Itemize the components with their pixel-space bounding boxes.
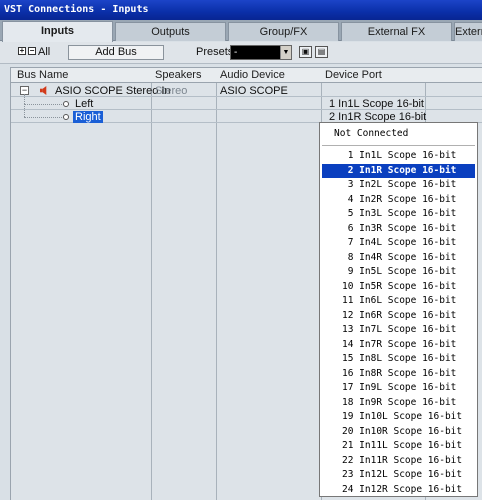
- collapse-all-icon[interactable]: −: [28, 47, 36, 55]
- menu-item-port[interactable]: 5 In3L Scope 16-bit: [322, 207, 475, 221]
- tab-group-fx[interactable]: Group/FX: [228, 22, 339, 41]
- presets-value: -: [234, 47, 238, 58]
- menu-item-port[interactable]: 18 In9R Scope 16-bit: [322, 396, 475, 410]
- menu-item-port[interactable]: 24 In12R Scope 16-bit: [322, 483, 475, 497]
- device-port-dropdown: Not Connected 1 In1L Scope 16-bit 2 In1R…: [319, 122, 478, 497]
- menu-item-port[interactable]: 16 In8R Scope 16-bit: [322, 367, 475, 381]
- presets-select[interactable]: - ▼: [230, 45, 292, 60]
- bus-name[interactable]: ASIO SCOPE Stereo In: [55, 85, 171, 97]
- menu-item-port[interactable]: 17 In9L Scope 16-bit: [322, 381, 475, 395]
- all-label: All: [38, 46, 51, 58]
- chevron-down-icon[interactable]: ▼: [280, 46, 291, 59]
- menu-item-port[interactable]: 7 In4L Scope 16-bit: [322, 236, 475, 250]
- channel-name-right[interactable]: Right: [73, 111, 103, 123]
- menu-item-port[interactable]: 8 In4R Scope 16-bit: [322, 251, 475, 265]
- save-preset-icon[interactable]: ▣: [299, 46, 312, 58]
- speaker-icon: [40, 86, 47, 95]
- tab-bar: Inputs Outputs Group/FX External FX Exte…: [0, 20, 482, 42]
- add-bus-button[interactable]: Add Bus: [68, 45, 164, 60]
- menu-item-port[interactable]: 13 In7L Scope 16-bit: [322, 323, 475, 337]
- menu-item-port[interactable]: 10 In5R Scope 16-bit: [322, 280, 475, 294]
- channel-node-icon: [63, 114, 69, 120]
- toolbar: + − All Add Bus Presets - ▼ ▣ ▤: [0, 42, 482, 64]
- tab-external-instruments[interactable]: Externa: [454, 22, 482, 41]
- delete-preset-icon[interactable]: ▤: [315, 46, 328, 58]
- window-title: VST Connections - Inputs: [0, 0, 482, 20]
- menu-item-port[interactable]: 6 In3R Scope 16-bit: [322, 222, 475, 236]
- menu-item-port[interactable]: 12 In6R Scope 16-bit: [322, 309, 475, 323]
- tab-outputs[interactable]: Outputs: [115, 22, 226, 41]
- menu-item-port[interactable]: 9 In5L Scope 16-bit: [322, 265, 475, 279]
- bus-speakers: Stereo: [155, 85, 188, 97]
- menu-item-port[interactable]: 21 In11L Scope 16-bit: [322, 439, 475, 453]
- menu-item-port[interactable]: 11 In6L Scope 16-bit: [322, 294, 475, 308]
- expand-all-icon[interactable]: +: [18, 47, 26, 55]
- column-header-audio-device[interactable]: Audio Device: [220, 69, 285, 81]
- menu-item-port[interactable]: 14 In7R Scope 16-bit: [322, 338, 475, 352]
- table-row[interactable]: Left 1 In1L Scope 16-bit: [11, 94, 482, 110]
- menu-item-port[interactable]: 23 In12L Scope 16-bit: [322, 468, 475, 482]
- menu-item-port[interactable]: 22 In11R Scope 16-bit: [322, 454, 475, 468]
- column-header-bus-name[interactable]: Bus Name: [17, 69, 68, 81]
- tab-external-fx[interactable]: External FX: [341, 22, 452, 41]
- channel-name-left[interactable]: Left: [75, 98, 93, 110]
- column-header-device-port[interactable]: Device Port: [325, 69, 382, 81]
- menu-item-port[interactable]: 15 In8L Scope 16-bit: [322, 352, 475, 366]
- channel-port-left[interactable]: 1 In1L Scope 16-bit: [329, 98, 424, 110]
- table-row[interactable]: − ASIO SCOPE Stereo In Stereo ASIO SCOPE: [11, 85, 482, 97]
- column-header-speakers[interactable]: Speakers: [155, 69, 201, 81]
- presets-label: Presets: [196, 46, 234, 58]
- channel-node-icon: [63, 101, 69, 107]
- menu-item-port[interactable]: 2 In1R Scope 16-bit: [322, 163, 475, 178]
- menu-item-port[interactable]: 4 In2R Scope 16-bit: [322, 193, 475, 207]
- menu-item-port[interactable]: 1 In1L Scope 16-bit: [322, 149, 475, 163]
- bus-audio-device[interactable]: ASIO SCOPE: [220, 85, 288, 97]
- table-header: Bus Name Speakers Audio Device Device Po…: [11, 68, 482, 83]
- menu-item-not-connected[interactable]: Not Connected: [334, 127, 482, 141]
- menu-item-port[interactable]: 20 In10R Scope 16-bit: [322, 425, 475, 439]
- menu-item-port[interactable]: 3 In2L Scope 16-bit: [322, 178, 475, 192]
- tab-inputs[interactable]: Inputs: [2, 21, 113, 42]
- menu-item-port[interactable]: 19 In10L Scope 16-bit: [322, 410, 475, 424]
